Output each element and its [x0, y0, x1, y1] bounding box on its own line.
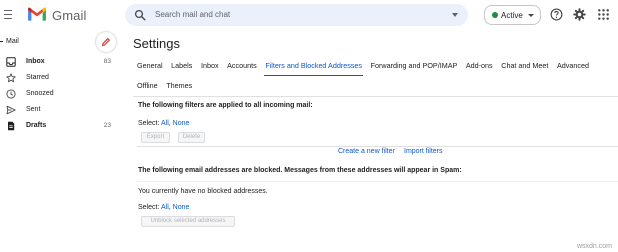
sidebar-item-label: Snoozed	[26, 90, 54, 97]
search-options-icon[interactable]	[452, 13, 458, 17]
draft-count: 23	[103, 122, 111, 129]
top-bar: Gmail Search mail and chat Active	[0, 0, 618, 30]
sidebar-item-drafts[interactable]: Drafts 23	[0, 118, 122, 134]
star-icon	[6, 73, 16, 83]
search-bar[interactable]: Search mail and chat	[125, 4, 468, 26]
draft-icon	[8, 121, 15, 131]
page-title: Settings	[133, 36, 180, 51]
tab-inbox[interactable]: Inbox	[197, 58, 223, 76]
search-input[interactable]: Search mail and chat	[155, 10, 230, 19]
clock-icon	[6, 89, 16, 99]
tab-filters-blocked[interactable]: Filters and Blocked Addresses	[261, 58, 366, 76]
tab-chat-meet[interactable]: Chat and Meet	[497, 58, 553, 76]
select-separator: ,	[168, 120, 171, 127]
create-filter-link[interactable]: Create a new filter	[338, 148, 395, 155]
settings-tabs-row2: Offline Themes	[133, 78, 197, 96]
inbox-icon	[6, 57, 16, 67]
pencil-icon	[101, 38, 110, 47]
blocked-divider	[137, 181, 618, 182]
blocked-select-line: Select: All, None	[138, 204, 189, 211]
sidebar-item-label: Inbox	[26, 58, 45, 65]
select-prefix: Select:	[138, 120, 160, 127]
select-separator: ,	[168, 204, 171, 211]
watermark: wsxdn.com	[576, 243, 612, 250]
select-prefix: Select:	[138, 204, 160, 211]
search-icon[interactable]	[134, 9, 146, 21]
sidebar-item-sent[interactable]: Sent	[0, 102, 122, 118]
select-all-link[interactable]: All	[161, 204, 169, 211]
compose-button[interactable]	[96, 32, 116, 52]
sidebar-item-label: Drafts	[26, 122, 47, 129]
filters-divider	[137, 146, 618, 147]
tab-themes[interactable]: Themes	[162, 78, 197, 96]
sidebar-item-label: Starred	[26, 74, 49, 81]
export-button[interactable]: Export	[141, 132, 170, 143]
tab-offline[interactable]: Offline	[133, 78, 162, 96]
send-icon	[6, 105, 16, 115]
settings-gear-icon[interactable]	[573, 8, 586, 21]
delete-button[interactable]: Delete	[178, 132, 205, 143]
brand-name: Gmail	[52, 8, 87, 23]
select-all-link[interactable]: All	[161, 120, 169, 127]
tab-forwarding[interactable]: Forwarding and POP/IMAP	[366, 58, 461, 76]
import-filters-link[interactable]: Import filters	[404, 148, 443, 155]
filters-select-line: Select: All, None	[138, 120, 189, 127]
sidebar: Mail Inbox 83 Starred Snoozed Sent Draft…	[0, 30, 122, 252]
gmail-logo-icon[interactable]	[26, 7, 48, 22]
apps-grid-icon[interactable]	[597, 8, 610, 21]
sidebar-item-starred[interactable]: Starred	[0, 70, 122, 86]
mail-section-header[interactable]: Mail	[0, 38, 19, 45]
tab-accounts[interactable]: Accounts	[223, 58, 261, 76]
settings-panel: Settings General Labels Inbox Accounts F…	[122, 30, 618, 252]
chevron-down-icon	[528, 14, 534, 17]
mail-section-label: Mail	[6, 38, 19, 45]
unread-count: 83	[103, 58, 111, 65]
sidebar-item-snoozed[interactable]: Snoozed	[0, 86, 122, 102]
tab-advanced[interactable]: Advanced	[553, 58, 594, 76]
sidebar-item-inbox[interactable]: Inbox 83	[0, 54, 122, 70]
blocked-heading: The following email addresses are blocke…	[138, 167, 462, 174]
select-none-link[interactable]: None	[173, 120, 190, 127]
tab-general[interactable]: General	[133, 58, 167, 76]
settings-tabs: General Labels Inbox Accounts Filters an…	[133, 58, 593, 76]
filters-heading: The following filters are applied to all…	[138, 102, 313, 109]
status-label: Active	[501, 11, 523, 20]
sidebar-item-label: Sent	[26, 106, 41, 113]
status-dot-icon	[492, 12, 498, 18]
tab-labels[interactable]: Labels	[167, 58, 197, 76]
no-blocked-message: You currently have no blocked addresses.	[138, 188, 268, 195]
tabs-divider	[133, 96, 618, 97]
unblock-selected-button[interactable]: Unblock selected addresses	[141, 216, 235, 227]
select-none-link[interactable]: None	[173, 204, 190, 211]
tab-addons[interactable]: Add-ons	[462, 58, 497, 76]
help-icon[interactable]	[550, 8, 563, 21]
status-selector[interactable]: Active	[484, 5, 541, 25]
collapse-icon	[0, 40, 3, 42]
main-menu-icon[interactable]	[4, 10, 12, 19]
